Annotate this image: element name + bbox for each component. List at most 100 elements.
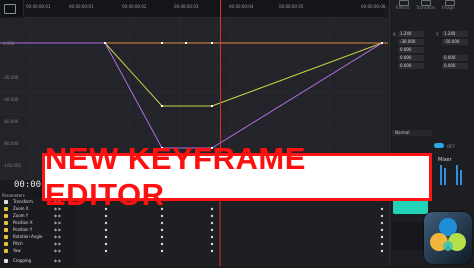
param-swatch [4,242,8,246]
off-label: OFF [447,144,455,149]
axis-label-2: -40.000 [3,97,19,102]
zoom-x-label: X [393,32,396,37]
view-options-icon [4,4,16,14]
keyframe-dot[interactable] [160,249,164,253]
keyframe-dot[interactable] [104,242,108,246]
axis-label-1: -20.000 [3,75,19,80]
keyframe-nav-icon[interactable]: ◆ ▶ [54,242,61,246]
param-name: Position X [13,220,33,225]
keyframe-dot[interactable] [104,214,108,218]
audio-toggle[interactable] [434,143,444,148]
meter-bar [460,170,462,185]
keyframe-dot[interactable] [210,214,214,218]
keyframe-nav-icon[interactable]: ◆ ▶ [54,235,61,239]
pitch-field[interactable]: 0.000 [398,63,424,69]
banner-text: NEW KEYFRAME EDITOR [45,141,306,212]
keyframe-dot[interactable] [160,235,164,239]
blend-mode-dropdown[interactable]: Normal [392,130,432,136]
param-swatch [4,207,8,211]
keyframe-dot[interactable] [104,221,108,225]
zoom-x-field[interactable]: 1.240 [398,31,424,37]
axis-label-3: -60.000 [3,119,19,124]
keyframe-nav-icon[interactable]: ◆ ▶ [54,249,61,253]
meter-bar [456,165,458,185]
zoom-y-field[interactable]: 1.240 [442,31,468,37]
param-name: Yaw [13,248,21,253]
param-name: Position Y [13,227,33,232]
param-swatch [4,235,8,239]
keyframe-dot[interactable] [160,242,164,246]
ruler-tc-3: 00:00:00:03 [174,4,199,9]
ruler-tc-0: 00:00:00:01 [26,4,51,9]
rotation-field[interactable]: 0.000 [398,47,424,53]
keyframe-dot[interactable] [160,228,164,232]
axis-label-5: -100.000 [3,163,21,168]
keyframe-point[interactable] [381,42,383,44]
ruler-tc-2: 00:00:00:02 [122,4,147,9]
keyframe-point[interactable] [104,42,106,44]
param-name: Cropping [13,258,32,263]
keyframe-point[interactable] [161,105,163,107]
keyframe-nav-icon[interactable]: ◆ ▶ [54,221,61,225]
meter-bar [444,168,446,185]
param-name: Transform [13,199,33,204]
keyframe-dot[interactable] [104,235,108,239]
keyframe-dot[interactable] [210,228,214,232]
param-name: Rotation Angle [13,234,43,239]
param-swatch [4,200,8,204]
keyframe-dot[interactable] [380,221,384,225]
ruler-tc-5: 00:00:00:05 [279,4,304,9]
effects-icon [399,0,409,6]
resolve-logo-icon [430,218,466,251]
keyframe-nav-icon[interactable]: ◆ ▶ [54,259,61,263]
axis-label-4: -80.000 [3,141,19,146]
keyframe-dot[interactable] [160,214,164,218]
zoom-y-label: Y [436,32,439,37]
keyframe-point[interactable] [211,42,213,44]
keyframe-dot[interactable] [380,235,384,239]
yellow-curve[interactable] [0,42,383,107]
keyframe-dot[interactable] [210,249,214,253]
position-x-field[interactable]: -30.000 [398,39,424,45]
image-icon [445,0,455,6]
keyframe-dot[interactable] [210,242,214,246]
keyframe-dot[interactable] [210,221,214,225]
param-name: Zoom X [13,206,29,211]
keyframe-dot[interactable] [104,249,108,253]
axis-label-0: 0.000 [3,41,15,46]
ruler-tc-6: 00:00:00:06 [361,4,386,9]
param-swatch [4,228,8,232]
davinci-resolve-logo [424,212,472,264]
timeline-ruler[interactable]: 00:00:00:01 00:00:00:01 00:00:00:02 00:0… [24,0,386,18]
keyframe-dot[interactable] [380,249,384,253]
keyframe-dot[interactable] [160,221,164,225]
mixer-strip [392,222,424,250]
param-swatch [4,221,8,225]
keyframe-dot[interactable] [380,214,384,218]
keyframe-dot[interactable] [380,242,384,246]
yaw-field[interactable]: 0.000 [442,63,468,69]
keyframe-nav-icon[interactable]: ◆ ▶ [54,228,61,232]
param-name: Pitch [13,241,23,246]
transition-icon [421,0,431,6]
ruler-tc-4: 00:00:00:04 [229,4,254,9]
keyframe-point[interactable] [161,42,163,44]
purple-curve[interactable] [0,42,383,149]
mixer-title: Mixer [438,157,452,163]
anchor-x-field[interactable]: 0.000 [398,55,424,61]
parameters-title: Parameters [2,193,25,198]
keyframe-nav-icon[interactable]: ◆ ▶ [54,214,61,218]
keyframe-point[interactable] [211,105,213,107]
timeline-view-toggle[interactable] [1,0,24,17]
keyframe-dot[interactable] [210,235,214,239]
anchor-y-field[interactable]: 0.000 [442,55,468,61]
title-banner: NEW KEYFRAME EDITOR [42,141,432,212]
param-swatch [4,214,8,218]
position-y-field[interactable]: -50.000 [442,39,468,45]
ruler-tc-1: 00:00:00:01 [69,4,94,9]
param-swatch [4,249,8,253]
keyframe-dot[interactable] [104,228,108,232]
keyframe-point[interactable] [185,42,187,44]
param-swatch [4,259,8,263]
keyframe-dot[interactable] [380,228,384,232]
